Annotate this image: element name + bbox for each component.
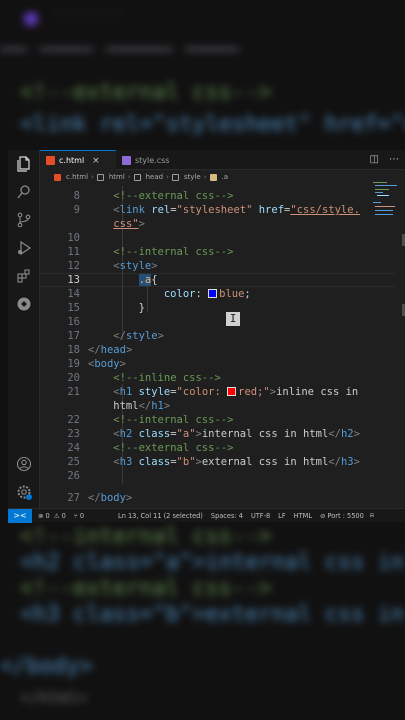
code-line-current: .a{ — [138, 274, 158, 286]
ports-icon[interactable]: ⑂ — [74, 512, 78, 520]
line-number: 14 — [67, 288, 80, 300]
code-line: color: blue; — [163, 288, 251, 300]
line-number: 17 — [67, 330, 80, 342]
indentation[interactable]: Spaces: 4 — [211, 512, 243, 520]
line-number: 11 — [67, 246, 80, 258]
code-editor-window: c.html × style.css ◫ ⋯ c.html › html › h… — [8, 150, 405, 523]
element-icon — [133, 173, 141, 181]
code-area[interactable]: 8 9 10 11 12 13 14 15 16 17 18 19 20 21 … — [40, 186, 405, 508]
breadcrumb-item[interactable]: .a — [222, 173, 229, 181]
code-line: <style> — [113, 260, 158, 272]
code-line-wrap: html</h1> — [88, 400, 171, 412]
line-number: 8 — [73, 190, 80, 202]
extensions-icon[interactable] — [16, 268, 32, 284]
line-number: 12 — [67, 260, 80, 272]
encoding[interactable]: UTF-8 — [251, 512, 270, 520]
ports-count[interactable]: 0 — [80, 512, 84, 520]
code-line: <body> — [88, 358, 126, 370]
line-number: 21 — [67, 386, 80, 398]
split-editor-icon[interactable]: ◫ — [370, 154, 379, 165]
explorer-icon[interactable] — [16, 156, 32, 172]
bg-comment-line: <!--external css--> — [20, 80, 272, 105]
status-bar: >< ⊗ 0 ⚠ 0 ⑂ 0 Ln 13, Col 11 (2 selected… — [8, 508, 405, 523]
code-line: </style> — [113, 330, 164, 342]
code-line: <!--internal css--> — [113, 414, 234, 426]
code-line: <!--external css--> — [113, 442, 234, 454]
color-swatch-icon[interactable] — [227, 387, 237, 396]
line-number: 15 — [67, 302, 80, 314]
breadcrumb: c.html › html › head › style › .a — [40, 170, 405, 184]
selector-icon — [209, 173, 217, 181]
line-number: 19 — [67, 358, 80, 370]
code-line: <h1 style="color: red;">inline css in — [113, 386, 359, 398]
settings-gear-icon[interactable] — [16, 484, 32, 500]
line-number: 23 — [67, 428, 80, 440]
tab-style-css[interactable]: style.css — [116, 150, 186, 170]
live-server-port[interactable]: Port : 5500 — [328, 512, 364, 520]
more-actions-icon[interactable]: ⋯ — [389, 154, 399, 165]
html-file-icon — [46, 156, 55, 165]
code-line: <link rel="stylesheet" href="css/style. — [113, 204, 360, 216]
code-line: </body> — [88, 492, 133, 504]
breadcrumb-item[interactable]: style — [184, 173, 201, 181]
breadcrumb-item[interactable]: c.html — [66, 173, 88, 181]
tab-actions: ◫ ⋯ — [370, 154, 399, 165]
background-top: ········· ━━ ━━━━ ━━━━━ ━━━━ <!--externa… — [0, 0, 405, 150]
breadcrumb-item[interactable]: html — [109, 173, 125, 181]
activity-bar — [8, 150, 40, 508]
element-icon — [96, 173, 104, 181]
code-line: </head> — [88, 344, 133, 356]
line-number-current: 13 — [67, 274, 80, 286]
breadcrumb-item[interactable]: head — [146, 173, 163, 181]
cursor-position[interactable]: Ln 13, Col 11 (2 selected) — [118, 512, 203, 520]
text-cursor-icon: I — [226, 312, 240, 326]
run-debug-icon[interactable] — [16, 240, 32, 256]
html-file-icon — [54, 173, 61, 181]
code-line: <!--external css--> — [113, 190, 234, 202]
code-line: <h3 class="b">external css in html</h3> — [113, 456, 360, 468]
tab-c-html[interactable]: c.html × — [40, 150, 116, 170]
editor-tab-bar: c.html × style.css ◫ ⋯ — [40, 150, 405, 170]
css-file-icon — [122, 155, 131, 165]
tab-label: style.css — [135, 155, 170, 165]
remote-indicator-icon[interactable]: >< — [8, 508, 32, 523]
errors-icon[interactable]: ⊗ — [38, 512, 44, 520]
remote-explorer-icon[interactable] — [16, 296, 32, 312]
line-number: 16 — [67, 316, 80, 328]
line-number: 10 — [67, 232, 80, 244]
language-mode[interactable]: HTML — [294, 512, 312, 520]
code-line: <!--internal css--> — [113, 246, 234, 258]
code-line: <h2 class="a">internal css in html</h2> — [113, 428, 360, 440]
source-control-icon[interactable] — [16, 212, 32, 228]
element-icon — [171, 173, 179, 181]
line-number: 20 — [67, 372, 80, 384]
bg-link-line: <link rel="stylesheet" href="css/ — [20, 112, 405, 137]
line-number: 18 — [67, 344, 80, 356]
warnings-icon[interactable]: ⚠ — [54, 512, 60, 520]
tab-label: c.html — [59, 156, 85, 165]
warnings-count[interactable]: 0 — [62, 512, 66, 520]
code-line: } — [138, 302, 145, 314]
errors-count[interactable]: 0 — [46, 512, 50, 520]
notifications-bell-icon[interactable]: ⍾ — [370, 511, 374, 520]
minimap[interactable] — [373, 182, 399, 222]
color-swatch-icon[interactable] — [208, 289, 218, 298]
line-number: 22 — [67, 414, 80, 426]
background-bottom: <!--internal css--> <h2 class="a">intern… — [0, 524, 405, 707]
code-line-wrap: css"> — [113, 218, 145, 230]
app-dot-icon — [24, 12, 38, 26]
code-line: <!--inline css--> — [113, 372, 221, 384]
line-number: 24 — [67, 442, 80, 454]
line-number: 25 — [67, 456, 80, 468]
close-icon[interactable]: × — [92, 156, 100, 166]
line-number: 9 — [73, 204, 80, 216]
account-icon[interactable] — [16, 456, 32, 472]
line-number: 26 — [67, 470, 80, 482]
end-of-line[interactable]: LF — [278, 512, 285, 520]
live-server-icon[interactable]: ⊘ — [320, 512, 326, 520]
line-number: 27 — [67, 492, 80, 504]
search-icon[interactable] — [16, 184, 32, 200]
